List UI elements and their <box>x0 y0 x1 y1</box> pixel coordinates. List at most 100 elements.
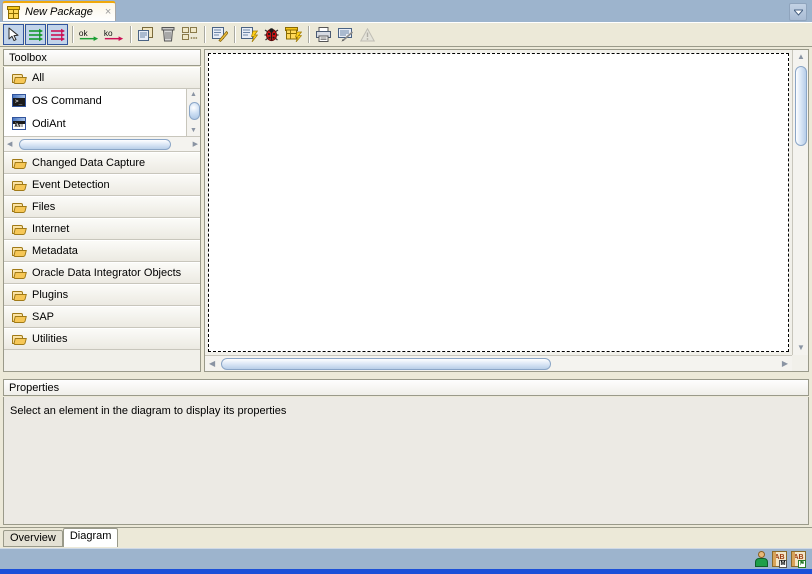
print-preview-button[interactable] <box>335 24 356 45</box>
dictionary-ab-flag-badge: ⚑ <box>798 560 806 568</box>
scroll-down-icon[interactable]: ▼ <box>187 127 200 134</box>
scroll-up-icon[interactable]: ▲ <box>797 53 805 61</box>
edit-pencil-icon <box>211 27 228 42</box>
toolbar-separator <box>72 26 74 43</box>
scrollbar-thumb[interactable] <box>795 66 807 146</box>
canvas-hscrollbar[interactable]: ◀ ▶ <box>205 355 792 371</box>
warning-triangle-icon <box>360 27 375 41</box>
os-command-icon: >_ <box>12 94 26 107</box>
duplicate-button[interactable] <box>135 24 156 45</box>
toolbox-group-internet[interactable]: Internet <box>4 218 200 240</box>
scroll-left-icon[interactable]: ◀ <box>7 141 12 148</box>
red-next-step-icon <box>50 28 65 41</box>
toolbox-group-changed-data-capture[interactable]: Changed Data Capture <box>4 152 200 174</box>
toolbar-separator <box>308 26 310 43</box>
toolbox-group-label: SAP <box>32 311 55 323</box>
toolbox-panel: Toolbox All >_ OS Command >_ANT OdiAnt <box>3 49 201 372</box>
scroll-right-icon[interactable]: ▶ <box>193 141 198 148</box>
package-icon <box>7 5 20 19</box>
ko-step-tool-button[interactable] <box>47 24 68 45</box>
ok-link-tool-button[interactable]: ok <box>77 24 101 45</box>
folder-open-icon <box>12 268 27 279</box>
properties-body: Select an element in the diagram to disp… <box>3 397 809 525</box>
svg-text:ko: ko <box>104 28 113 37</box>
scrollbar-thumb[interactable] <box>189 102 200 120</box>
toolbox-item-odiant[interactable]: >_ANT OdiAnt <box>4 112 200 135</box>
editor-bottom-tabs: Overview Diagram <box>0 527 812 549</box>
odi-ant-icon: >_ANT <box>12 117 26 130</box>
svg-text:ok: ok <box>79 28 89 37</box>
toolbox-group-oracle-data-integrator-objects[interactable]: Oracle Data Integrator Objects <box>4 262 200 284</box>
tab-overview-label: Overview <box>10 532 56 544</box>
toolbox-group-sap[interactable]: SAP <box>4 306 200 328</box>
editor-tab-new-package[interactable]: New Package × <box>2 1 117 21</box>
status-bar-accent-strip <box>0 569 812 574</box>
debug-button[interactable] <box>261 24 282 45</box>
toolbox-group-all[interactable]: All <box>4 67 200 89</box>
toolbox-group-label: All <box>32 72 45 84</box>
green-next-step-icon <box>28 28 43 41</box>
toolbox-list[interactable]: All >_ OS Command >_ANT OdiAnt ▲ ▼ <box>3 67 201 372</box>
arrange-button[interactable] <box>179 24 200 45</box>
ok-step-tool-button[interactable] <box>25 24 46 45</box>
close-icon[interactable]: × <box>105 6 111 18</box>
folder-open-icon <box>12 246 27 257</box>
select-tool-button[interactable] <box>3 24 24 45</box>
dictionary-ab-m-icon[interactable]: AB M <box>772 551 787 568</box>
package-diagram-canvas[interactable] <box>208 53 789 352</box>
lightning-execute-icon <box>241 27 258 42</box>
tab-overview[interactable]: Overview <box>3 530 63 547</box>
toolbox-item-label: OdiAnt <box>32 117 66 130</box>
user-icon[interactable] <box>754 551 768 567</box>
toolbox-group-event-detection[interactable]: Event Detection <box>4 174 200 196</box>
folder-open-icon <box>12 158 27 169</box>
edit-button[interactable] <box>209 24 230 45</box>
properties-panel: Properties Select an element in the diag… <box>3 379 809 525</box>
toolbar-separator <box>204 26 206 43</box>
scrollbar-thumb[interactable] <box>221 358 551 370</box>
print-button[interactable] <box>313 24 334 45</box>
folder-open-icon <box>12 202 27 213</box>
toolbox-items-hscrollbar[interactable]: ◀ ▶ <box>4 136 200 151</box>
toolbox-group-label: Utilities <box>32 333 68 345</box>
folder-open-icon <box>12 290 27 301</box>
ko-link-tool-button[interactable]: ko <box>102 24 126 45</box>
toolbox-group-metadata[interactable]: Metadata <box>4 240 200 262</box>
package-toolbar: ok ko <box>0 22 812 47</box>
toolbox-group-label: Metadata <box>32 245 78 257</box>
scrollbar-thumb[interactable] <box>19 139 171 150</box>
folder-open-icon <box>12 73 27 84</box>
delete-button[interactable] <box>157 24 178 45</box>
toolbox-group-utilities[interactable]: Utilities <box>4 328 200 350</box>
canvas-vscrollbar[interactable]: ▲ ▼ <box>792 50 808 355</box>
tab-diagram[interactable]: Diagram <box>62 528 119 547</box>
generate-scenario-button[interactable] <box>283 24 304 45</box>
scroll-right-icon[interactable]: ▶ <box>782 360 788 368</box>
folder-open-icon <box>12 180 27 191</box>
toolbox-group-label: Internet <box>32 223 70 235</box>
toolbox-item-label: OS Command <box>32 94 102 107</box>
toolbox-title: Toolbox <box>9 51 47 64</box>
toolbox-group-plugins[interactable]: Plugins <box>4 284 200 306</box>
execute-button[interactable] <box>239 24 260 45</box>
toolbox-group-files[interactable]: Files <box>4 196 200 218</box>
scroll-down-icon[interactable]: ▼ <box>797 344 805 352</box>
scroll-left-icon[interactable]: ◀ <box>209 360 215 368</box>
scroll-up-icon[interactable]: ▲ <box>187 91 200 98</box>
editor-tab-label: New Package <box>25 6 93 18</box>
ko-arrow-icon: ko <box>104 28 124 41</box>
properties-title: Properties <box>9 381 60 394</box>
chevron-down-icon[interactable] <box>789 3 807 21</box>
chevron-down-glyph <box>793 9 803 16</box>
dictionary-ab-flag-icon[interactable]: AB ⚑ <box>791 551 806 568</box>
copy-icon <box>137 27 153 41</box>
status-bar: AB M AB ⚑ <box>0 548 812 574</box>
editor-main-area: Toolbox All >_ OS Command >_ANT OdiAnt <box>0 47 812 377</box>
toolbox-group-label: Plugins <box>32 289 69 301</box>
package-editor-window: New Package × ok ko Toolbox All >_ OS Co… <box>0 0 812 574</box>
toolbox-item-os-command[interactable]: >_ OS Command <box>4 89 200 112</box>
toolbar-separator <box>130 26 132 43</box>
toolbox-group-label: Oracle Data Integrator Objects <box>32 267 182 279</box>
toolbox-items-vscrollbar[interactable]: ▲ ▼ <box>186 89 200 136</box>
toolbox-group-label: Event Detection <box>32 179 110 191</box>
